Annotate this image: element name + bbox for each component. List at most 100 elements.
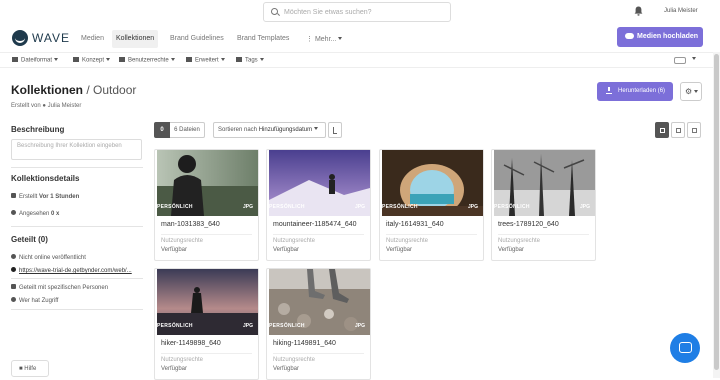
description-input[interactable]: Beschreibung Ihrer Kollektion eingeben	[11, 139, 142, 160]
filter-label: Tags	[245, 57, 258, 64]
asset-card[interactable]: PERSÖNLICH JPG hiker-1149898_640 Nutzung…	[154, 268, 259, 380]
link-dot-icon	[11, 267, 16, 272]
divider	[11, 226, 143, 227]
share-row-label: Wer hat Zugriff	[19, 298, 59, 304]
created-value: Vor 1 Stunden	[39, 194, 80, 200]
list-view-button[interactable]	[687, 122, 701, 138]
globe-icon	[11, 254, 16, 259]
divider	[11, 278, 143, 279]
wave-logo-icon[interactable]	[12, 30, 28, 46]
asset-card[interactable]: PERSÖNLICH JPG italy-1614931_640 Nutzung…	[379, 149, 484, 261]
calendar-icon	[11, 193, 16, 198]
asset-card[interactable]: PERSÖNLICH JPG man-1031383_640 Nutzungsr…	[154, 149, 259, 261]
divider	[386, 234, 477, 235]
select-toggle[interactable]	[674, 57, 686, 64]
asset-card[interactable]: PERSÖNLICH JPG hiking-1149891_640 Nutzun…	[266, 268, 371, 380]
users-icon	[11, 284, 16, 289]
download-icon	[606, 87, 612, 94]
asset-card[interactable]: PERSÖNLICH JPG trees-1789120_640 Nutzung…	[491, 149, 596, 261]
chevron-down-icon	[694, 90, 699, 93]
created-by-name: Julia Meister	[47, 103, 82, 109]
selected-count[interactable]: 0	[154, 122, 170, 138]
share-row-access[interactable]: Wer hat Zugriff	[11, 297, 58, 304]
rights-label: Nutzungsrechte	[273, 357, 316, 363]
rights-label: Nutzungsrechte	[498, 238, 541, 244]
share-link[interactable]: https://wave-trial-de.getbynder.com/web/…	[19, 268, 132, 274]
rights-value: Verfügbar	[273, 247, 300, 253]
description-heading: Beschreibung	[11, 125, 65, 134]
list-icon	[692, 128, 697, 133]
asset-name[interactable]: hiking-1149891_640	[273, 340, 336, 347]
chat-bubble-icon: ■	[19, 366, 23, 372]
visibility-badge: PERSÖNLICH	[157, 204, 193, 210]
nav-item-brand-templates[interactable]: Brand Templates	[233, 30, 293, 48]
rights-value: Verfügbar	[386, 247, 413, 253]
share-row-label: Geteilt mit spezifischen Personen	[19, 285, 109, 291]
filter-dateiformat[interactable]: Dateiformat	[12, 57, 59, 64]
user-menu[interactable]: Julia Meister	[664, 8, 698, 14]
nav-item-medien[interactable]: Medien	[77, 30, 108, 48]
chevron-down-icon	[170, 57, 175, 61]
chevron-down-icon	[259, 57, 264, 61]
asset-name[interactable]: trees-1789120_640	[498, 221, 559, 228]
rights-value: Verfügbar	[161, 247, 188, 253]
filter-benutzerrechte[interactable]: Benutzerrechte	[119, 57, 175, 64]
share-row-link[interactable]: https://wave-trial-de.getbynder.com/web/…	[11, 267, 132, 274]
filter-erweitert[interactable]: Erweitert	[186, 57, 225, 64]
image-view-button[interactable]	[671, 122, 685, 138]
chevron-down-icon[interactable]	[690, 57, 696, 63]
chevron-down-icon	[692, 57, 696, 60]
filter-tags[interactable]: Tags	[236, 57, 264, 64]
flag-icon	[73, 57, 79, 62]
filter-label: Benutzerrechte	[128, 57, 169, 64]
cloud-upload-icon	[625, 33, 634, 39]
chevron-down-icon	[106, 57, 111, 61]
search-input[interactable]: Möchten Sie etwas suchen?	[263, 2, 451, 22]
download-button[interactable]: Herunterladen (6)	[597, 82, 673, 101]
scrollbar-thumb[interactable]	[714, 54, 719, 370]
visibility-badge: PERSÖNLICH	[157, 323, 193, 329]
bell-icon[interactable]	[634, 6, 643, 16]
created-prefix: Erstellt von	[11, 103, 41, 109]
nav-item-more[interactable]: ⋮ Mehr...	[302, 30, 346, 48]
asset-name[interactable]: mountaineer-1185474_640	[273, 221, 357, 228]
created-by: Erstellt von ● Julia Meister	[11, 103, 81, 109]
more-dots-icon: ⋮	[306, 36, 315, 43]
upload-media-button[interactable]: Medien hochladen	[617, 27, 703, 47]
divider	[11, 309, 143, 310]
asset-name[interactable]: man-1031383_640	[161, 221, 220, 228]
rights-label: Nutzungsrechte	[386, 238, 429, 244]
sort-prefix: Sortieren nach	[218, 127, 258, 133]
nav-item-brand-guidelines[interactable]: Brand Guidelines	[166, 30, 228, 48]
views-row: Angesehen 0 x	[11, 210, 59, 217]
chevron-down-icon	[338, 37, 343, 40]
visibility-badge: PERSÖNLICH	[269, 204, 305, 210]
rights-label: Nutzungsrechte	[161, 238, 204, 244]
eye-icon	[11, 297, 16, 302]
breadcrumb-outdoor: Outdoor	[93, 83, 137, 97]
filter-konzept[interactable]: Konzept	[73, 57, 111, 64]
file-count[interactable]: 6 Dateien	[170, 122, 205, 138]
share-row-people[interactable]: Geteilt mit spezifischen Personen	[11, 284, 108, 291]
logo-text[interactable]: WAVE	[32, 31, 70, 45]
asset-name[interactable]: italy-1614931_640	[386, 221, 444, 228]
asset-name[interactable]: hiker-1149898_640	[161, 340, 221, 347]
filter-label: Erweitert	[195, 57, 219, 64]
sort-direction-button[interactable]	[328, 122, 342, 138]
nav-item-kollektionen[interactable]: Kollektionen	[112, 30, 159, 48]
help-button[interactable]: ■ Hilfe	[11, 360, 49, 377]
created-row: Erstellt Vor 1 Stunden	[11, 193, 79, 200]
views-label: Angesehen	[19, 211, 50, 217]
sort-dropdown[interactable]: Sortieren nach Hinzufügungsdatum	[213, 122, 326, 138]
settings-button[interactable]: ⚙	[680, 82, 702, 101]
divider	[273, 353, 364, 354]
scrollbar[interactable]	[713, 52, 720, 378]
nav-item-more-label: Mehr...	[314, 36, 337, 43]
shared-heading: Geteilt (0)	[11, 235, 48, 244]
grid-view-button[interactable]	[655, 122, 669, 138]
chat-launcher-button[interactable]	[670, 333, 700, 363]
asset-card[interactable]: PERSÖNLICH JPG mountaineer-1185474_640 N…	[266, 149, 371, 261]
sort-value: Hinzufügungsdatum	[258, 127, 313, 133]
rights-value: Verfügbar	[498, 247, 525, 253]
breadcrumb-kollektionen[interactable]: Kollektionen	[11, 83, 83, 97]
